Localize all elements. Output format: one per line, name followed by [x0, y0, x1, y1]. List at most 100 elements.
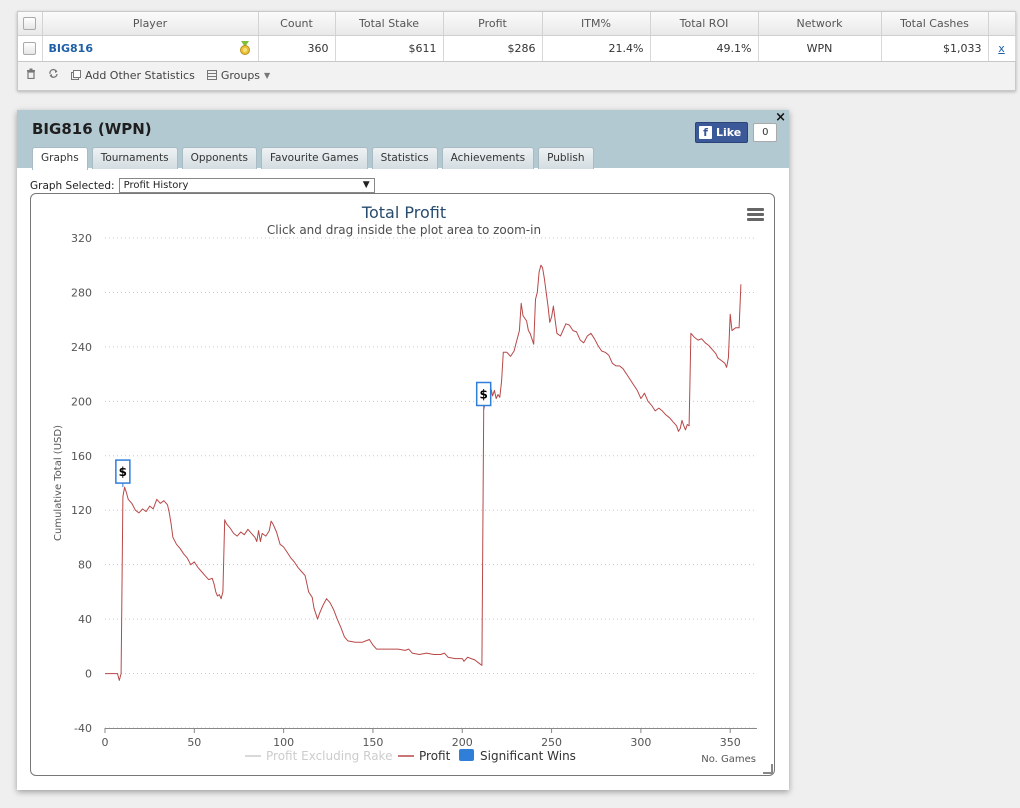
col-header-total-roi[interactable]: Total ROI	[650, 12, 759, 36]
y-tick-label: 280	[71, 286, 92, 299]
significant-win-flag[interactable]: $	[115, 459, 131, 488]
groups-icon	[206, 70, 217, 80]
row-checkbox[interactable]	[18, 35, 43, 62]
like-count: 0	[753, 123, 778, 142]
refresh-icon[interactable]	[48, 68, 59, 82]
tab-favourite-games[interactable]: Favourite Games	[260, 147, 368, 169]
x-tick-label: 0	[102, 736, 109, 749]
x-tick-label: 300	[630, 736, 651, 749]
medal-icon	[239, 41, 250, 55]
x-tick-label: 150	[362, 736, 383, 749]
panel-title: BIG816 (WPN)	[32, 120, 152, 138]
resize-handle-icon[interactable]	[763, 764, 773, 774]
x-tick-label: 250	[541, 736, 562, 749]
col-header-network[interactable]: Network	[758, 12, 882, 36]
add-other-statistics-label: Add Other Statistics	[85, 68, 195, 82]
chart-title: Total Profit	[361, 203, 446, 222]
col-header-itm[interactable]: ITM%	[542, 12, 651, 36]
graph-selected-label: Graph Selected:	[30, 179, 115, 192]
series-line-profit	[105, 264, 742, 681]
x-axis-title: No. Games	[701, 754, 756, 765]
x-tick-label: 200	[452, 736, 473, 749]
legend-item-significant-wins[interactable]: Significant Wins	[459, 749, 576, 763]
y-tick-label: 0	[85, 668, 92, 681]
significant-win-flag[interactable]: $	[475, 381, 492, 410]
facebook-like-widget: f Like 0	[695, 122, 778, 143]
add-window-icon	[71, 70, 81, 80]
tab-publish[interactable]: Publish	[538, 147, 594, 169]
y-tick-label: 200	[71, 395, 92, 408]
network-cell: WPN	[758, 35, 882, 62]
dropdown-arrow-icon: ▼	[362, 180, 370, 190]
trash-icon[interactable]	[26, 68, 36, 82]
panel-tabs: Graphs Tournaments Opponents Favourite G…	[32, 147, 594, 170]
groups-dropdown[interactable]: Groups ▼	[206, 68, 271, 82]
graph-select-dropdown[interactable]: Profit History ▼	[118, 178, 375, 193]
x-tick-label: 350	[720, 736, 741, 749]
remove-row-link[interactable]: x	[998, 42, 1005, 55]
stats-header-row: Player Count Total Stake Profit ITM% Tot…	[18, 12, 1016, 36]
col-header-total-cashes[interactable]: Total Cashes	[881, 12, 989, 36]
tab-achievements[interactable]: Achievements	[441, 147, 535, 169]
legend-label-profit: Profit	[419, 749, 451, 763]
y-tick-label: 120	[71, 504, 92, 517]
groups-label: Groups	[220, 68, 261, 82]
chart-legend: Profit Excluding Rake Profit Significant…	[245, 749, 576, 763]
tab-graphs[interactable]: Graphs	[32, 147, 88, 170]
significant-wins-flags: $$	[115, 381, 492, 488]
x-tick-label: 50	[187, 736, 201, 749]
col-header-profit[interactable]: Profit	[443, 12, 543, 36]
tab-tournaments[interactable]: Tournaments	[91, 147, 178, 169]
col-header-remove	[988, 12, 1016, 36]
add-other-statistics-button[interactable]: Add Other Statistics	[71, 69, 195, 82]
profit-cell: $286	[443, 35, 543, 62]
stats-table: Player Count Total Stake Profit ITM% Tot…	[18, 12, 1016, 62]
tab-statistics[interactable]: Statistics	[371, 147, 438, 169]
y-axis: -40 0 40 80 120 160 200 240 280 320	[71, 232, 92, 735]
like-label: Like	[716, 126, 742, 139]
select-all-checkbox[interactable]	[18, 12, 43, 36]
legend-item-profit-ex-rake[interactable]: Profit Excluding Rake	[245, 749, 392, 763]
tab-opponents[interactable]: Opponents	[181, 147, 257, 169]
chevron-down-icon: ▼	[264, 70, 271, 80]
roi-cell: 49.1%	[650, 35, 759, 62]
player-cell: BIG816	[42, 35, 259, 62]
itm-cell: 21.4%	[542, 35, 651, 62]
y-tick-label: 240	[71, 341, 92, 354]
legend-label-profit-ex-rake: Profit Excluding Rake	[266, 749, 392, 763]
player-link[interactable]: BIG816	[49, 42, 93, 55]
y-tick-label: 320	[71, 232, 92, 245]
player-panel: BIG816 (WPN) × f Like 0 Graphs Tournamen…	[17, 110, 789, 790]
x-axis: 0 50 100 150 200 250 300 350	[102, 728, 757, 749]
col-header-total-stake[interactable]: Total Stake	[335, 12, 444, 36]
remove-cell: x	[988, 35, 1016, 62]
graph-select-value: Profit History	[123, 180, 189, 191]
chart-container[interactable]: -40 0 40 80 120 160 200 240 280 320 0 50 100 150 200 2…	[30, 193, 775, 776]
flag-label: $	[480, 388, 488, 402]
series-group	[105, 264, 742, 681]
facebook-like-button[interactable]: f Like	[695, 122, 749, 143]
chart-menu-icon[interactable]	[747, 208, 764, 221]
panel-header: BIG816 (WPN) × f Like 0 Graphs Tournamen…	[17, 110, 789, 170]
flag-label: $	[119, 465, 127, 479]
chart-subtitle: Click and drag inside the plot area to z…	[267, 223, 541, 237]
total-stake-cell: $611	[335, 35, 444, 62]
facebook-icon: f	[699, 126, 712, 139]
y-tick-label: 160	[71, 450, 92, 463]
y-axis-title: Cumulative Total (USD)	[53, 425, 64, 541]
y-tick-label: 40	[78, 613, 92, 626]
y-tick-label: -40	[74, 722, 92, 735]
count-cell: 360	[258, 35, 336, 62]
x-tick-label: 100	[273, 736, 294, 749]
chart-grid	[105, 237, 757, 729]
col-header-player[interactable]: Player	[42, 12, 259, 36]
legend-item-profit[interactable]: Profit	[398, 749, 451, 763]
table-row: BIG816 360 $611 $286 21.4% 49.1% WPN $1,…	[18, 35, 1016, 62]
total-cashes-cell: $1,033	[881, 35, 989, 62]
stats-table-container: Player Count Total Stake Profit ITM% Tot…	[17, 11, 1016, 91]
legend-label-significant-wins: Significant Wins	[480, 749, 576, 763]
col-header-count[interactable]: Count	[258, 12, 336, 36]
y-tick-label: 80	[78, 559, 92, 572]
stats-toolbar: Add Other Statistics Groups ▼	[18, 62, 1015, 88]
profit-chart[interactable]: -40 0 40 80 120 160 200 240 280 320 0 50 100 150 200 2…	[31, 194, 774, 775]
